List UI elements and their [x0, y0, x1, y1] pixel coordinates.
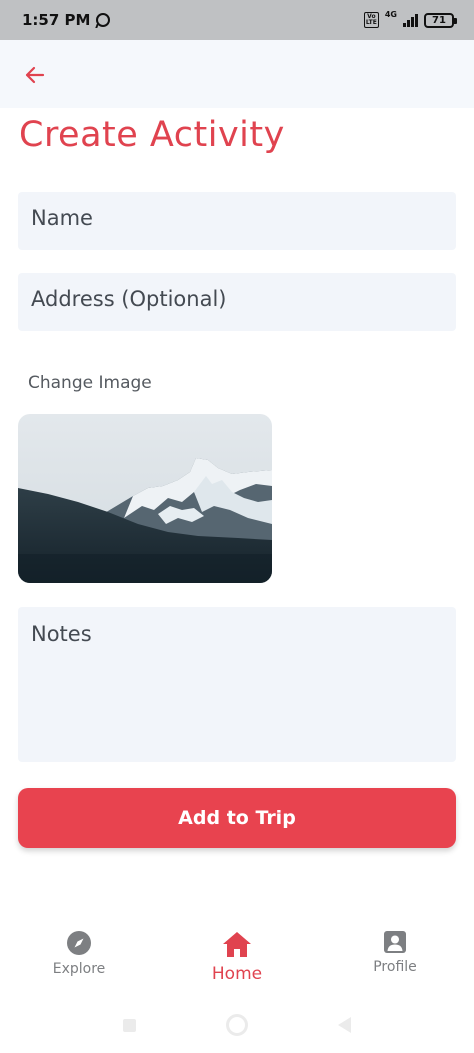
- home-icon: [223, 932, 251, 957]
- signal-icon: [403, 13, 418, 27]
- page-title: Create Activity: [19, 115, 285, 155]
- back-triangle-icon[interactable]: [338, 1017, 351, 1033]
- name-placeholder: Name: [31, 206, 93, 230]
- status-bar: 1:57 PM Vo LTE 4G 71: [0, 0, 474, 40]
- home-circle-icon[interactable]: [226, 1014, 248, 1036]
- nav-item-home[interactable]: Home: [177, 930, 297, 1000]
- arrow-left-icon: [25, 66, 45, 84]
- nav-label-home: Home: [211, 964, 263, 984]
- compass-icon: [67, 931, 91, 955]
- activity-image[interactable]: [18, 414, 272, 583]
- app-header: [0, 40, 474, 108]
- create-activity-screen: 1:57 PM Vo LTE 4G 71 Create Activity Name…: [0, 0, 474, 1053]
- battery-icon: 71: [424, 12, 457, 28]
- recents-icon[interactable]: [123, 1018, 136, 1032]
- volte-icon: Vo LTE: [363, 12, 379, 28]
- notes-placeholder: Notes: [31, 622, 92, 646]
- notes-input[interactable]: Notes: [18, 607, 456, 762]
- system-nav-bar: [0, 1005, 474, 1045]
- address-placeholder: Address (Optional): [31, 287, 227, 311]
- network-type: 4G: [384, 9, 397, 19]
- nav-item-profile[interactable]: Profile: [335, 930, 455, 1000]
- change-image-link[interactable]: Change Image: [28, 373, 152, 393]
- add-to-trip-button[interactable]: Add to Trip: [18, 788, 456, 848]
- battery-level: 71: [432, 14, 446, 26]
- whatsapp-icon: [96, 13, 111, 27]
- status-time: 1:57 PM: [22, 11, 91, 29]
- address-input[interactable]: Address (Optional): [18, 273, 456, 331]
- name-input[interactable]: Name: [18, 192, 456, 250]
- nav-item-explore[interactable]: Explore: [19, 930, 139, 1000]
- nav-label-explore: Explore: [52, 961, 106, 977]
- profile-icon: [384, 931, 406, 953]
- back-button[interactable]: [20, 60, 50, 90]
- bottom-nav: Explore Home Profile: [0, 930, 474, 1000]
- nav-label-profile: Profile: [373, 959, 417, 975]
